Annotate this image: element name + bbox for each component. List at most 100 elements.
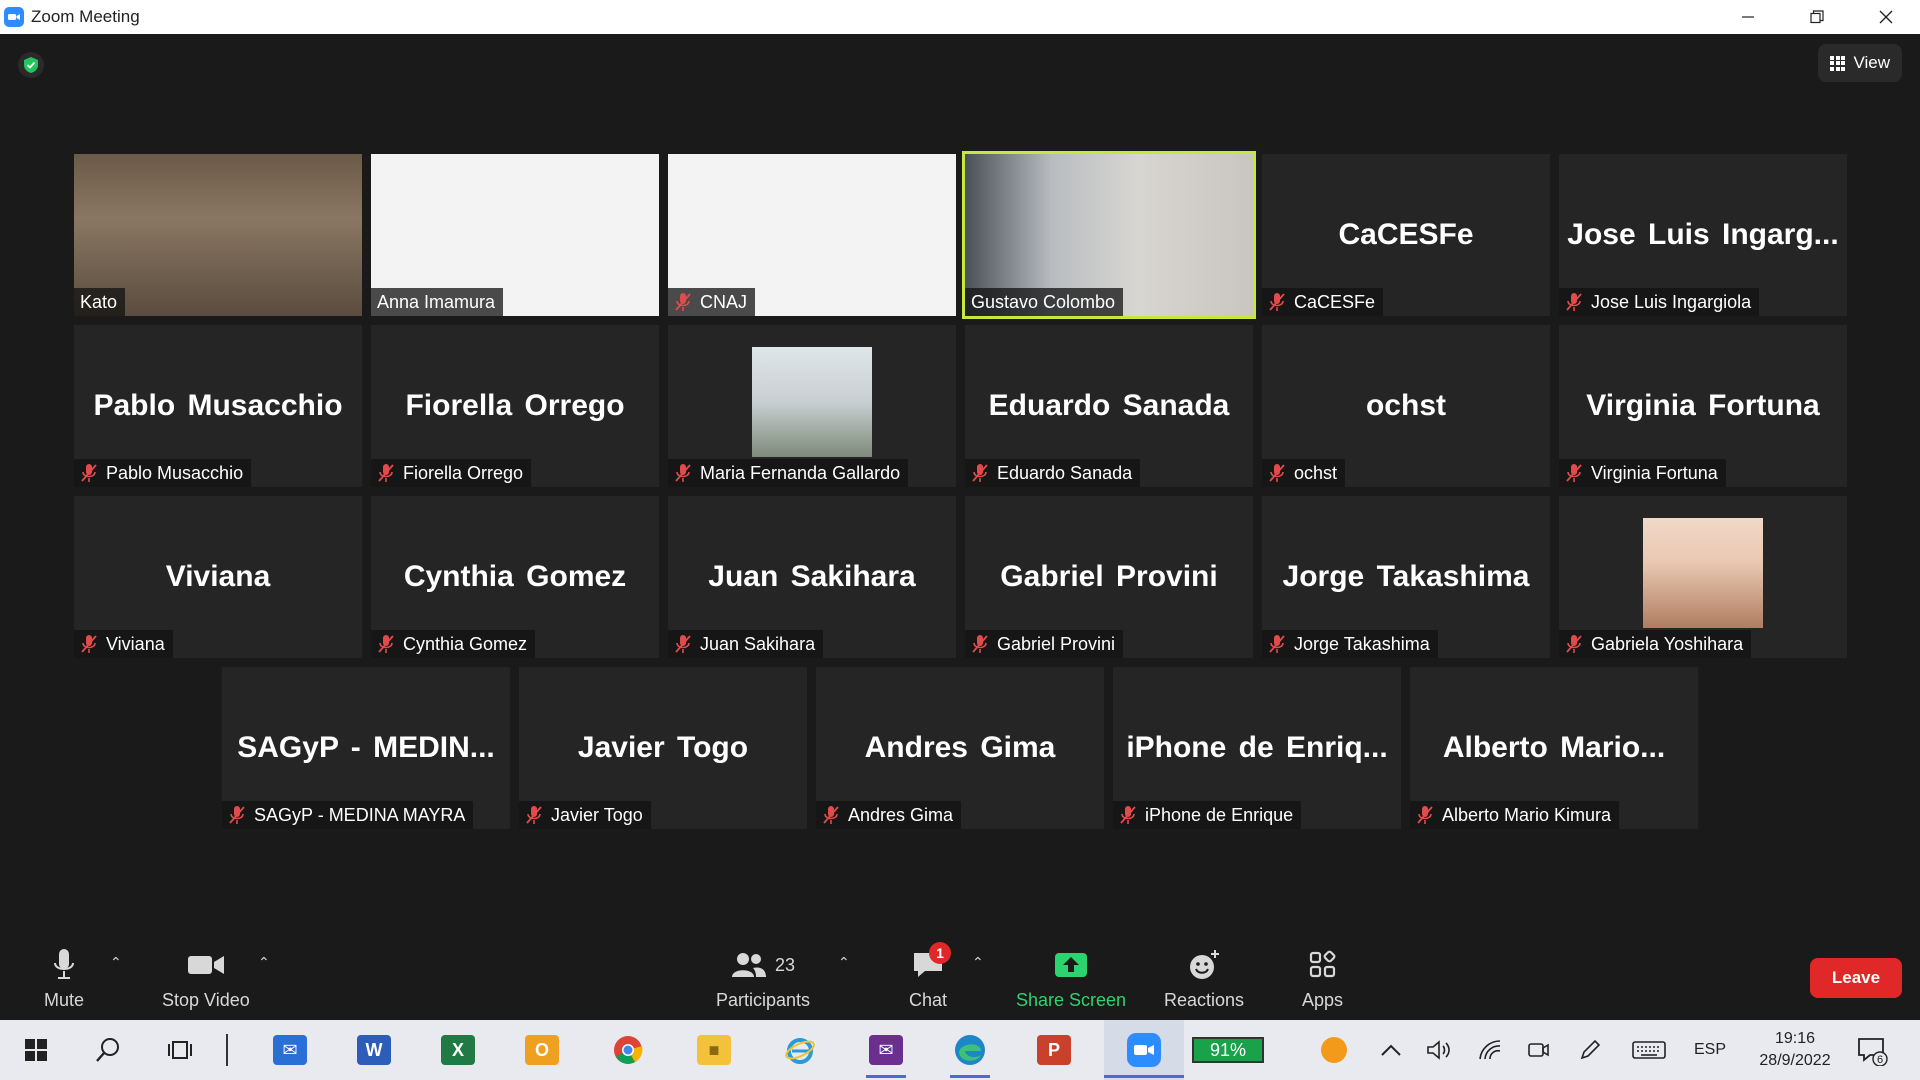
restore-button[interactable] bbox=[1782, 0, 1851, 34]
reactions-button[interactable]: Reactions bbox=[1164, 946, 1244, 1011]
participants-caret-icon[interactable]: ⌃ bbox=[838, 954, 850, 971]
video-options-caret-icon[interactable]: ⌃ bbox=[258, 954, 270, 971]
input-language[interactable]: ESP bbox=[1694, 1020, 1726, 1080]
participant-tile[interactable]: Fiorella Orrego Fiorella Orrego bbox=[371, 325, 659, 487]
participant-name-bar: Viviana bbox=[74, 630, 173, 658]
file-explorer-icon[interactable]: ■ bbox=[686, 1020, 742, 1080]
participant-tile[interactable]: Pablo Musacchio Pablo Musacchio bbox=[74, 325, 362, 487]
wifi-icon[interactable] bbox=[1478, 1020, 1502, 1080]
chat-caret-icon[interactable]: ⌃ bbox=[972, 954, 984, 971]
participant-tile[interactable]: Jorge Takashima Jorge Takashima bbox=[1262, 496, 1550, 658]
participants-button[interactable]: 23 Participants bbox=[716, 946, 810, 1011]
minimize-button[interactable] bbox=[1713, 0, 1782, 34]
close-button[interactable] bbox=[1851, 0, 1920, 34]
participant-tile[interactable]: Eduardo Sanada Eduardo Sanada bbox=[965, 325, 1253, 487]
participant-tile[interactable]: ochst ochst bbox=[1262, 325, 1550, 487]
participant-display-name: Pablo Musacchio bbox=[93, 389, 343, 422]
participant-name: Gabriel Provini bbox=[997, 633, 1116, 654]
participant-tile[interactable]: CaCESFe CaCESFe bbox=[1262, 154, 1550, 316]
participant-name-bar: Maria Fernanda Gallardo bbox=[668, 459, 909, 487]
orange-status-icon[interactable] bbox=[1306, 1020, 1362, 1080]
participant-name-bar: ochst bbox=[1262, 459, 1346, 487]
task-view-icon[interactable] bbox=[152, 1020, 208, 1080]
participant-tile[interactable]: Gustavo Colombo bbox=[962, 151, 1256, 319]
participant-name: CaCESFe bbox=[1294, 291, 1376, 312]
excel-app-icon[interactable]: X bbox=[430, 1020, 486, 1080]
participant-tile[interactable]: Cynthia Gomez Cynthia Gomez bbox=[371, 496, 659, 658]
participant-tile[interactable]: Juan Sakihara Juan Sakihara bbox=[668, 496, 956, 658]
search-icon[interactable] bbox=[80, 1020, 136, 1080]
participant-tile[interactable]: Andres Gima Andres Gima bbox=[816, 667, 1104, 829]
participant-tile[interactable]: Maria Fernanda Gallardo bbox=[668, 325, 956, 487]
security-shield-icon[interactable] bbox=[18, 52, 44, 78]
view-label: View bbox=[1853, 53, 1890, 72]
apps-label: Apps bbox=[1302, 990, 1344, 1010]
zoom-taskbar-icon[interactable] bbox=[1104, 1020, 1184, 1080]
minimize-icon bbox=[1741, 16, 1754, 18]
outlook-app-icon[interactable]: O bbox=[514, 1020, 570, 1080]
reactions-label: Reactions bbox=[1164, 990, 1245, 1010]
windows-taskbar: ✉ W X O ■ ✉ P 91% ESP 19:16 28/9/2022 6 bbox=[0, 1020, 1920, 1080]
participant-tile[interactable]: Virginia Fortuna Virginia Fortuna bbox=[1559, 325, 1847, 487]
taskbar-clock[interactable]: 19:16 28/9/2022 bbox=[1740, 1028, 1850, 1072]
word-app-icon[interactable]: W bbox=[346, 1020, 402, 1080]
participant-tile[interactable]: Gabriela Yoshihara bbox=[1559, 496, 1847, 658]
participant-name: Jorge Takashima bbox=[1294, 633, 1430, 654]
participant-name: Gabriela Yoshihara bbox=[1591, 633, 1744, 654]
mail-app-icon[interactable]: ✉ bbox=[262, 1020, 318, 1080]
chat-button[interactable]: 1 Chat bbox=[909, 942, 952, 1011]
windows-start-icon[interactable] bbox=[8, 1020, 64, 1080]
participants-label: Participants bbox=[716, 990, 811, 1010]
meeting-area: View Kato Anna Imamura CNAJ Gustavo Colombo… bbox=[0, 34, 1920, 934]
participant-name: Anna Imamura bbox=[377, 291, 496, 312]
participant-name: Viviana bbox=[106, 633, 165, 654]
apps-button[interactable]: Apps bbox=[1302, 946, 1343, 1011]
mail-client-icon[interactable]: ✉ bbox=[858, 1020, 914, 1080]
participant-tile[interactable]: Javier Togo Javier Togo bbox=[519, 667, 807, 829]
participant-name-bar: Cynthia Gomez bbox=[371, 630, 536, 658]
chrome-app-icon[interactable] bbox=[600, 1020, 656, 1080]
notifications-icon[interactable]: 6 bbox=[1856, 1020, 1888, 1080]
show-hidden-icons-icon[interactable] bbox=[1380, 1020, 1402, 1080]
participant-tile[interactable]: Anna Imamura bbox=[371, 154, 659, 316]
participant-tile[interactable]: Jose Luis Ingarg... Jose Luis Ingargiola bbox=[1559, 154, 1847, 316]
participant-display-name: Gabriel Provini bbox=[1000, 560, 1218, 593]
participant-name-bar: Pablo Musacchio bbox=[74, 459, 252, 487]
participant-name: Cynthia Gomez bbox=[403, 633, 528, 654]
muted-microphone-icon bbox=[1268, 463, 1294, 483]
participant-name-bar: SAGyP - MEDINA MAYRA bbox=[222, 801, 474, 829]
participant-tile[interactable]: Viviana Viviana bbox=[74, 496, 362, 658]
participant-tile[interactable]: iPhone de Enriq... iPhone de Enrique bbox=[1113, 667, 1401, 829]
edge-browser-icon[interactable] bbox=[942, 1020, 998, 1080]
battery-indicator[interactable]: 91% bbox=[1192, 1037, 1264, 1063]
participant-display-name: ochst bbox=[1365, 389, 1446, 422]
view-button[interactable]: View bbox=[1818, 44, 1902, 82]
participant-tile[interactable]: Kato bbox=[74, 154, 362, 316]
participant-tile[interactable]: CNAJ bbox=[668, 154, 956, 316]
stop-video-button[interactable]: Stop Video bbox=[162, 946, 250, 1011]
touch-keyboard-icon[interactable] bbox=[1632, 1020, 1666, 1080]
participants-count: 23 bbox=[775, 954, 796, 975]
participant-name-bar: Virginia Fortuna bbox=[1559, 459, 1726, 487]
participant-tile[interactable]: SAGyP - MEDIN... SAGyP - MEDINA MAYRA bbox=[222, 667, 510, 829]
share-screen-button[interactable]: Share Screen bbox=[1016, 946, 1126, 1011]
muted-microphone-icon bbox=[1565, 634, 1591, 654]
pen-icon[interactable] bbox=[1578, 1020, 1602, 1080]
participant-name-bar: Alberto Mario Kimura bbox=[1410, 801, 1620, 829]
leave-button[interactable]: Leave bbox=[1810, 958, 1902, 998]
participant-tile[interactable]: Gabriel Provini Gabriel Provini bbox=[965, 496, 1253, 658]
volume-icon[interactable] bbox=[1426, 1020, 1452, 1080]
participant-display-name: Eduardo Sanada bbox=[988, 389, 1230, 422]
participant-name: SAGyP - MEDINA MAYRA bbox=[254, 804, 466, 825]
participant-name: CNAJ bbox=[700, 291, 748, 312]
mute-button[interactable]: Mute bbox=[44, 946, 84, 1011]
grid-view-icon bbox=[1830, 55, 1846, 71]
profile-picture bbox=[752, 347, 872, 457]
internet-explorer-icon[interactable] bbox=[772, 1020, 828, 1080]
muted-microphone-icon bbox=[1268, 634, 1294, 654]
powerpoint-app-icon[interactable]: P bbox=[1026, 1020, 1082, 1080]
meet-now-icon[interactable] bbox=[1526, 1020, 1550, 1080]
audio-options-caret-icon[interactable]: ⌃ bbox=[110, 954, 122, 971]
participant-name: Maria Fernanda Gallardo bbox=[700, 462, 901, 483]
participant-tile[interactable]: Alberto Mario... Alberto Mario Kimura bbox=[1410, 667, 1698, 829]
